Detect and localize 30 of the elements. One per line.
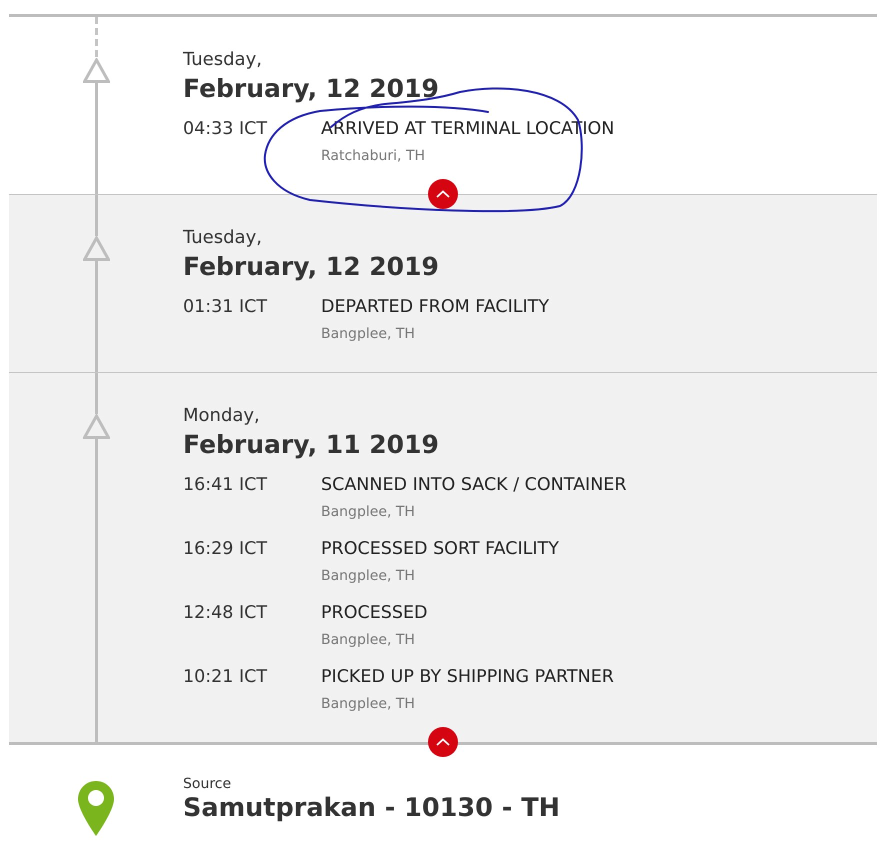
event-time: 01:31 ICT bbox=[183, 297, 268, 319]
event-location: Bangplee, TH bbox=[321, 504, 416, 520]
collapse-button[interactable] bbox=[428, 727, 458, 757]
date-heading: February, 11 2019 bbox=[183, 430, 440, 460]
event-status: PROCESSED SORT FACILITY bbox=[321, 539, 559, 559]
event-status: SCANNED INTO SACK / CONTAINER bbox=[321, 475, 627, 495]
day-name: Tuesday, bbox=[183, 50, 263, 70]
day-name: Tuesday, bbox=[183, 228, 263, 248]
day-name: Monday, bbox=[183, 406, 261, 426]
event-location: Bangplee, TH bbox=[321, 632, 416, 648]
event-time: 16:29 ICT bbox=[183, 539, 268, 561]
source-label: Source bbox=[183, 775, 232, 793]
event-time: 16:41 ICT bbox=[183, 475, 268, 497]
date-heading: February, 12 2019 bbox=[183, 252, 440, 282]
chevron-up-icon bbox=[436, 738, 450, 746]
event-status: DEPARTED FROM FACILITY bbox=[321, 297, 550, 317]
collapse-button[interactable] bbox=[428, 179, 458, 209]
event-location: Bangplee, TH bbox=[321, 696, 416, 712]
event-location: Ratchaburi, TH bbox=[321, 148, 426, 164]
event-time: 12:48 ICT bbox=[183, 603, 268, 625]
event-location: Bangplee, TH bbox=[321, 326, 416, 342]
event-status: PICKED UP BY SHIPPING PARTNER bbox=[321, 667, 614, 687]
event-time: 10:21 ICT bbox=[183, 667, 268, 689]
event-location: Bangplee, TH bbox=[321, 568, 416, 584]
chevron-up-icon bbox=[436, 190, 450, 198]
source-location: Samutprakan - 10130 - TH bbox=[183, 793, 560, 823]
map-pin-icon bbox=[78, 781, 114, 836]
event-status: PROCESSED bbox=[321, 603, 428, 623]
date-heading: February, 12 2019 bbox=[183, 74, 440, 104]
event-time: 04:33 ICT bbox=[183, 119, 268, 141]
